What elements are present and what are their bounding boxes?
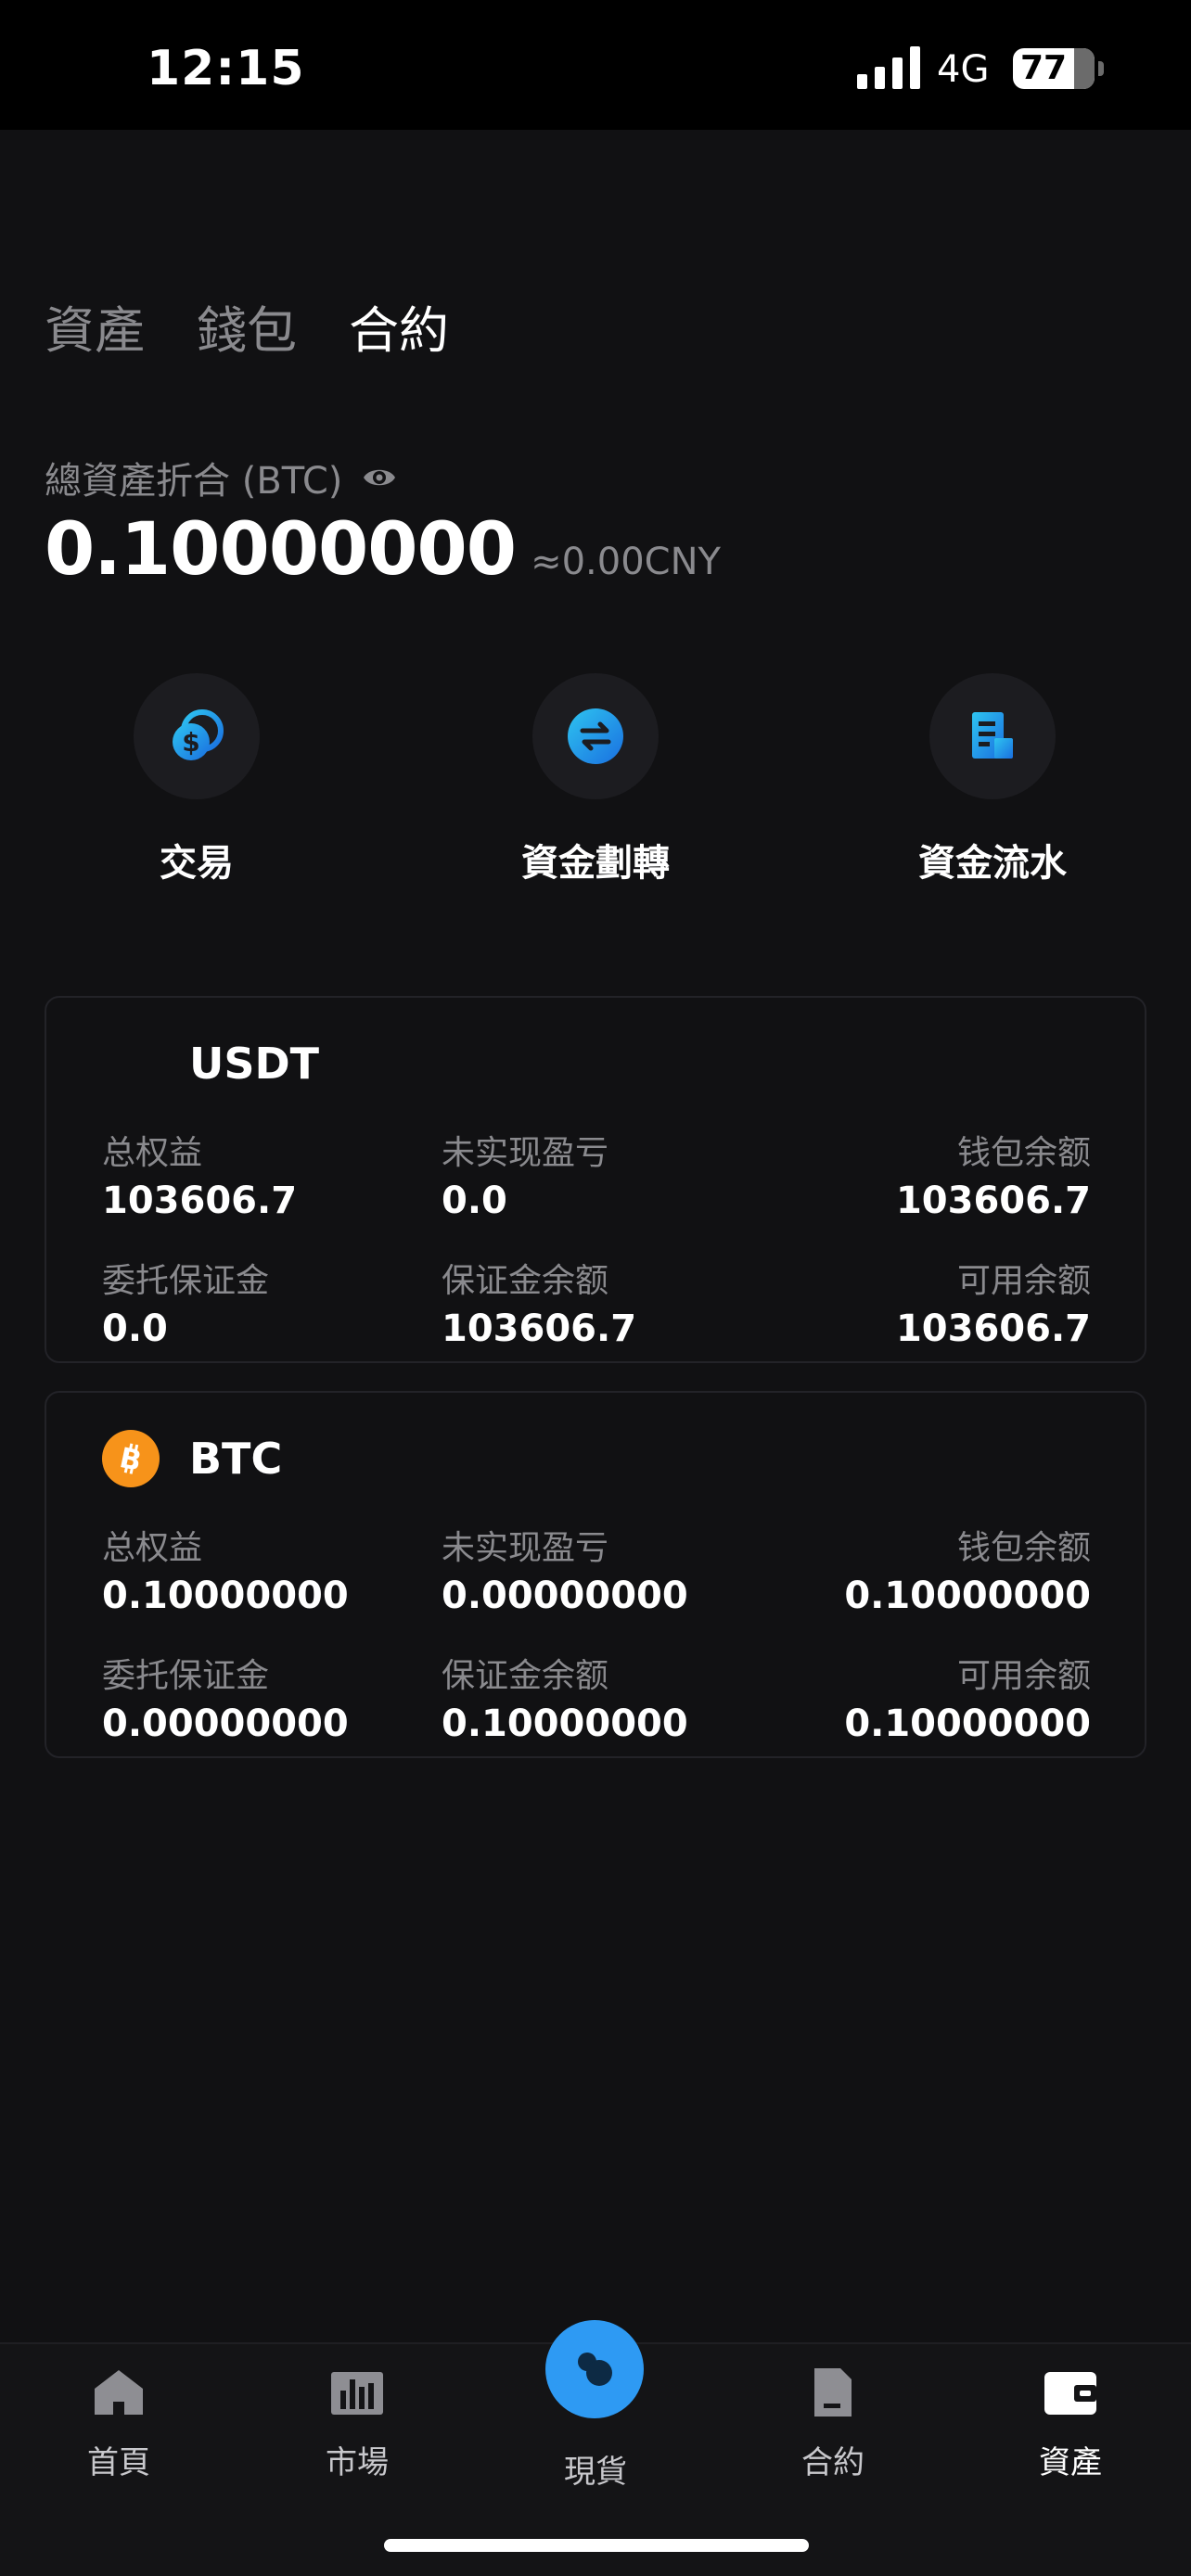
coin-name: USDT bbox=[189, 1039, 320, 1089]
total-equity: 总权益 103606.7 bbox=[102, 1126, 297, 1222]
svg-text:$: $ bbox=[182, 727, 199, 758]
fund-transfer-button[interactable]: 資金劃轉 bbox=[475, 673, 716, 886]
margin-balance: 保证金余额 0.10000000 bbox=[442, 1649, 688, 1745]
wallet-balance: 钱包余额 0.10000000 bbox=[844, 1521, 1091, 1617]
asset-tabs: 資產 錢包 合約 bbox=[45, 289, 449, 363]
spot-button[interactable] bbox=[545, 2320, 644, 2418]
spot-icon bbox=[578, 2353, 612, 2386]
order-margin-value: 0.00000000 bbox=[102, 1702, 349, 1745]
usdt-icon-placeholder bbox=[102, 1035, 160, 1092]
total-equity-value: 103606.7 bbox=[102, 1180, 298, 1222]
fund-flow-button[interactable]: 資金流水 bbox=[872, 673, 1113, 886]
total-equity: 总权益 0.10000000 bbox=[102, 1521, 349, 1617]
status-bar: 12:15 4G 77 bbox=[0, 0, 1191, 130]
bitcoin-icon: B bbox=[102, 1430, 160, 1487]
total-assets-cny: ≈0.00CNY bbox=[531, 541, 721, 583]
transfer-icon bbox=[568, 708, 623, 764]
battery-nub bbox=[1098, 61, 1104, 76]
nav-market-label: 市場 bbox=[326, 2444, 389, 2481]
nav-market[interactable]: 市場 bbox=[283, 2363, 431, 2482]
coin-name: BTC bbox=[189, 1434, 283, 1484]
margin-balance-value: 103606.7 bbox=[442, 1307, 637, 1350]
trade-label: 交易 bbox=[160, 842, 234, 885]
unrealized-pnl: 未实现盈亏 0.0 bbox=[442, 1126, 608, 1222]
tab-contract[interactable]: 合約 bbox=[349, 289, 449, 363]
available-balance-label: 可用余额 bbox=[956, 1657, 1091, 1695]
order-margin-value: 0.0 bbox=[102, 1307, 168, 1350]
market-chart-icon bbox=[327, 2363, 387, 2422]
margin-balance-value: 0.10000000 bbox=[442, 1702, 688, 1745]
margin-balance: 保证金余额 103606.7 bbox=[442, 1254, 636, 1350]
card-header: B BTC bbox=[102, 1430, 282, 1487]
total-assets-row: 0.10000000 ≈0.00CNY bbox=[45, 508, 721, 592]
available-balance: 可用余额 103606.7 bbox=[896, 1254, 1091, 1350]
available-balance-value: 103606.7 bbox=[895, 1307, 1091, 1350]
order-margin-label: 委托保证金 bbox=[102, 1657, 270, 1695]
nav-assets-label: 資產 bbox=[1039, 2444, 1102, 2481]
available-balance-label: 可用余额 bbox=[956, 1262, 1091, 1300]
status-time: 12:15 bbox=[147, 41, 305, 96]
contract-icon bbox=[803, 2363, 863, 2422]
total-equity-value: 0.10000000 bbox=[102, 1575, 349, 1617]
order-margin: 委托保证金 0.0 bbox=[102, 1254, 269, 1350]
battery-level: 77 bbox=[1019, 49, 1068, 87]
unrealized-pnl-value: 0.00000000 bbox=[442, 1575, 688, 1617]
wallet-balance: 钱包余额 103606.7 bbox=[896, 1126, 1091, 1222]
nav-home[interactable]: 首頁 bbox=[45, 2363, 193, 2482]
home-indicator[interactable] bbox=[384, 2539, 809, 2552]
total-equity-label: 总权益 bbox=[102, 1134, 203, 1172]
account-card-btc[interactable]: B BTC 总权益 0.10000000 未实现盈亏 0.00000000 钱包… bbox=[45, 1391, 1146, 1758]
wallet-balance-label: 钱包余额 bbox=[956, 1529, 1091, 1567]
unrealized-pnl-label: 未实现盈亏 bbox=[442, 1134, 609, 1172]
cellular-signal-icon bbox=[857, 46, 920, 89]
eye-icon[interactable] bbox=[361, 459, 398, 496]
available-balance: 可用余额 0.10000000 bbox=[844, 1649, 1091, 1745]
nav-assets[interactable]: 資產 bbox=[996, 2363, 1145, 2482]
total-assets-header: 總資產折合 (BTC) bbox=[45, 451, 398, 504]
wallet-icon bbox=[1041, 2363, 1100, 2422]
nav-contract-label: 合約 bbox=[801, 2444, 864, 2481]
action-circle bbox=[532, 673, 659, 799]
wallet-balance-value: 0.10000000 bbox=[844, 1575, 1091, 1617]
nav-spot[interactable]: 現貨 bbox=[521, 2446, 670, 2492]
nav-home-label: 首頁 bbox=[87, 2444, 150, 2481]
tab-wallet[interactable]: 錢包 bbox=[197, 289, 297, 363]
available-balance-value: 0.10000000 bbox=[844, 1702, 1091, 1745]
card-header: USDT bbox=[102, 1035, 319, 1092]
unrealized-pnl: 未实现盈亏 0.00000000 bbox=[442, 1521, 688, 1617]
unrealized-pnl-value: 0.0 bbox=[442, 1180, 507, 1222]
home-icon bbox=[89, 2363, 148, 2422]
coin-swap-icon: $ bbox=[173, 709, 224, 760]
wallet-balance-label: 钱包余额 bbox=[956, 1134, 1091, 1172]
wallet-balance-value: 103606.7 bbox=[895, 1180, 1091, 1222]
tab-assets[interactable]: 資產 bbox=[45, 289, 145, 363]
screen: 12:15 4G 77 資產 錢包 合約 總資產折合 (BTC) 0.10000… bbox=[0, 0, 1191, 2576]
ledger-icon bbox=[972, 712, 1013, 759]
unrealized-pnl-label: 未实现盈亏 bbox=[442, 1529, 609, 1567]
margin-balance-label: 保证金余额 bbox=[442, 1262, 609, 1300]
nav-spot-label: 現貨 bbox=[564, 2454, 627, 2491]
battery-icon: 77 bbox=[1013, 48, 1095, 89]
order-margin: 委托保证金 0.00000000 bbox=[102, 1649, 349, 1745]
account-card-usdt[interactable]: USDT 总权益 103606.7 未实现盈亏 0.0 钱包余额 103606.… bbox=[45, 996, 1146, 1363]
action-circle bbox=[929, 673, 1056, 799]
total-assets-label: 總資產折合 (BTC) bbox=[45, 460, 343, 503]
total-equity-label: 总权益 bbox=[102, 1529, 203, 1567]
total-assets-value: 0.10000000 bbox=[45, 508, 517, 592]
fund-flow-label: 資金流水 bbox=[918, 842, 1067, 885]
nav-contract[interactable]: 合約 bbox=[759, 2363, 907, 2482]
margin-balance-label: 保证金余额 bbox=[442, 1657, 609, 1695]
action-circle: $ bbox=[134, 673, 260, 799]
trade-button[interactable]: $ 交易 bbox=[76, 673, 317, 886]
fund-transfer-label: 資金劃轉 bbox=[521, 842, 670, 885]
network-type: 4G bbox=[937, 48, 990, 91]
order-margin-label: 委托保证金 bbox=[102, 1262, 270, 1300]
